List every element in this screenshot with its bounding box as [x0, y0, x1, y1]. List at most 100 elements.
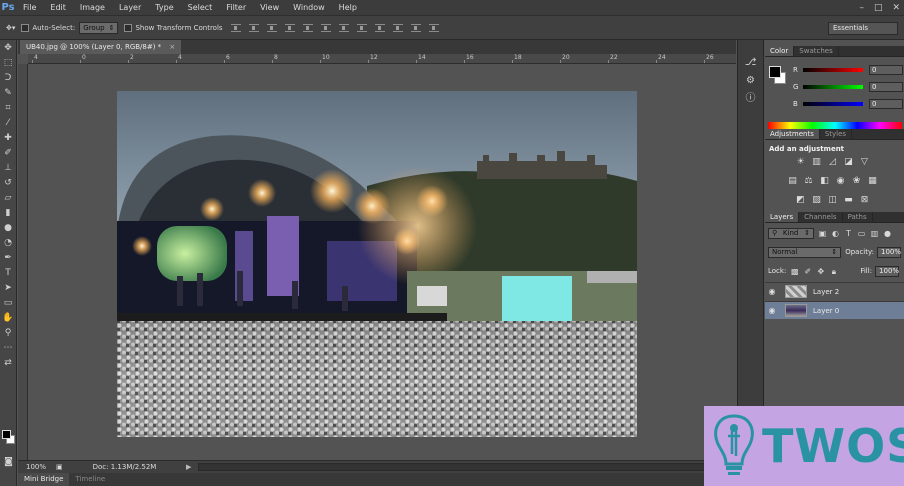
workspace-switcher[interactable]: Essentials	[828, 22, 898, 35]
filter-adjustment-icon[interactable]: ◐	[831, 229, 840, 238]
align-top-icon[interactable]	[230, 23, 241, 32]
menu-edit[interactable]: Edit	[43, 0, 73, 15]
auto-select-checkbox[interactable]	[21, 23, 30, 32]
shape-tool-icon[interactable]: ▭	[1, 296, 16, 310]
green-value[interactable]: 0	[869, 82, 903, 92]
fill-field[interactable]: 100%	[875, 265, 899, 277]
hand-tool-icon[interactable]: ✋	[1, 311, 16, 325]
distribute-top-icon[interactable]	[338, 23, 349, 32]
eyedropper-tool-icon[interactable]: ⁄	[1, 116, 16, 130]
close-tab-icon[interactable]: ×	[169, 43, 175, 51]
menu-select[interactable]: Select	[181, 0, 220, 15]
filter-shape-icon[interactable]: ▭	[857, 229, 866, 238]
threshold-icon[interactable]: ◫	[827, 195, 838, 205]
quick-select-tool-icon[interactable]: ✎	[1, 86, 16, 100]
visibility-eye-icon[interactable]: ◉	[765, 287, 779, 296]
layer-row-layer-2[interactable]: ◉ Layer 2	[765, 282, 904, 300]
eraser-tool-icon[interactable]: ▱	[1, 191, 16, 205]
curves-icon[interactable]: ◿	[827, 157, 838, 167]
black-white-icon[interactable]: ◧	[819, 176, 830, 186]
info-panel-icon[interactable]: ⓘ	[744, 92, 758, 106]
show-transform-checkbox[interactable]	[124, 23, 133, 32]
lock-all-icon[interactable]: 🔒︎	[829, 267, 838, 276]
crop-tool-icon[interactable]: ⌗	[1, 101, 16, 115]
dodge-tool-icon[interactable]: ◔	[1, 236, 16, 250]
blur-tool-icon[interactable]: ●	[1, 221, 16, 235]
exposure-icon[interactable]: ◪	[843, 157, 854, 167]
tab-channels[interactable]: Channels	[799, 212, 843, 222]
close-icon[interactable]: ✕	[892, 3, 900, 13]
lock-image-icon[interactable]: ✐	[803, 267, 812, 276]
align-bottom-icon[interactable]	[266, 23, 277, 32]
tab-color[interactable]: Color	[765, 46, 795, 56]
auto-select-dropdown[interactable]: Group ⇕	[79, 21, 119, 34]
layer-row-layer-0[interactable]: ◉ Layer 0	[765, 301, 904, 319]
move-tool-icon[interactable]: ✥▾	[6, 24, 15, 32]
menu-file[interactable]: File	[16, 0, 43, 15]
tab-timeline[interactable]: Timeline	[69, 473, 111, 486]
lock-transparent-icon[interactable]: ▩	[790, 267, 799, 276]
pen-tool-icon[interactable]: ✒	[1, 251, 16, 265]
tab-styles[interactable]: Styles	[820, 129, 853, 139]
channel-mixer-icon[interactable]: ❀	[851, 176, 862, 186]
levels-icon[interactable]: ▥	[811, 157, 822, 167]
align-left-icon[interactable]	[284, 23, 295, 32]
menu-window[interactable]: Window	[286, 0, 332, 15]
type-tool-icon[interactable]: T	[1, 266, 16, 280]
horizontal-scrollbar[interactable]	[198, 463, 728, 471]
distribute-right-icon[interactable]	[428, 23, 439, 32]
opacity-field[interactable]: 100%	[877, 246, 901, 258]
move-tool-icon[interactable]: ✥	[1, 41, 16, 55]
status-menu-arrow-icon[interactable]: ▶	[186, 463, 191, 471]
align-vcenter-icon[interactable]	[248, 23, 259, 32]
clone-stamp-tool-icon[interactable]: ⊥	[1, 161, 16, 175]
document-tab[interactable]: UB40.jpg @ 100% (Layer 0, RGB/8#) * ×	[20, 40, 182, 54]
minimize-icon[interactable]: –	[859, 3, 864, 13]
zoom-level[interactable]: 100%	[26, 463, 52, 471]
menu-help[interactable]: Help	[332, 0, 364, 15]
distribute-bottom-icon[interactable]	[374, 23, 385, 32]
color-panel-foreground-swatch[interactable]	[769, 66, 781, 78]
tab-adjustments[interactable]: Adjustments	[765, 129, 820, 139]
color-balance-icon[interactable]: ⚖	[803, 176, 814, 186]
zoom-tool-icon[interactable]: ⚲	[1, 326, 16, 340]
tab-paths[interactable]: Paths	[843, 212, 873, 222]
layer-kind-dropdown[interactable]: ⚲ Kind ⇕	[768, 227, 814, 239]
lock-position-icon[interactable]: ✥	[816, 267, 825, 276]
filter-type-icon[interactable]: T	[844, 229, 853, 238]
foreground-color-swatch[interactable]	[2, 430, 11, 439]
distribute-vcenter-icon[interactable]	[356, 23, 367, 32]
gradient-tool-icon[interactable]: ▮	[1, 206, 16, 220]
filter-pixel-icon[interactable]: ▣	[818, 229, 827, 238]
concert-photo[interactable]	[117, 91, 637, 437]
swap-colors-icon[interactable]: ⇄	[1, 356, 16, 370]
menu-layer[interactable]: Layer	[112, 0, 148, 15]
menu-view[interactable]: View	[253, 0, 286, 15]
properties-panel-icon[interactable]: ⚙	[744, 74, 758, 88]
auto-select-option[interactable]: Auto-Select: Group ⇕	[21, 21, 119, 34]
invert-icon[interactable]: ◩	[795, 195, 806, 205]
blend-mode-dropdown[interactable]: Normal ⇕	[768, 246, 842, 258]
vibrance-icon[interactable]: ▽	[859, 157, 870, 167]
hue-saturation-icon[interactable]: ▤	[787, 176, 798, 186]
gradient-map-icon[interactable]: ▬	[843, 195, 854, 205]
menu-image[interactable]: Image	[73, 0, 112, 15]
red-value[interactable]: 0	[869, 65, 903, 75]
distribute-left-icon[interactable]	[392, 23, 403, 32]
canvas-area[interactable]	[29, 65, 736, 460]
quick-mask-icon[interactable]: ◙	[1, 455, 16, 469]
history-brush-tool-icon[interactable]: ↺	[1, 176, 16, 190]
red-slider[interactable]	[803, 68, 863, 72]
align-right-icon[interactable]	[320, 23, 331, 32]
green-slider[interactable]	[803, 85, 863, 89]
healing-brush-tool-icon[interactable]: ✚	[1, 131, 16, 145]
lasso-tool-icon[interactable]: ᑐ	[1, 71, 16, 85]
history-panel-icon[interactable]: ⎇	[744, 56, 758, 70]
marquee-tool-icon[interactable]: ⬚	[1, 56, 16, 70]
blue-value[interactable]: 0	[869, 99, 903, 109]
align-hcenter-icon[interactable]	[302, 23, 313, 32]
brush-tool-icon[interactable]: ✐	[1, 146, 16, 160]
brightness-contrast-icon[interactable]: ☀	[795, 157, 806, 167]
more-tools-icon[interactable]: ⋯	[1, 341, 16, 355]
path-select-tool-icon[interactable]: ➤	[1, 281, 16, 295]
